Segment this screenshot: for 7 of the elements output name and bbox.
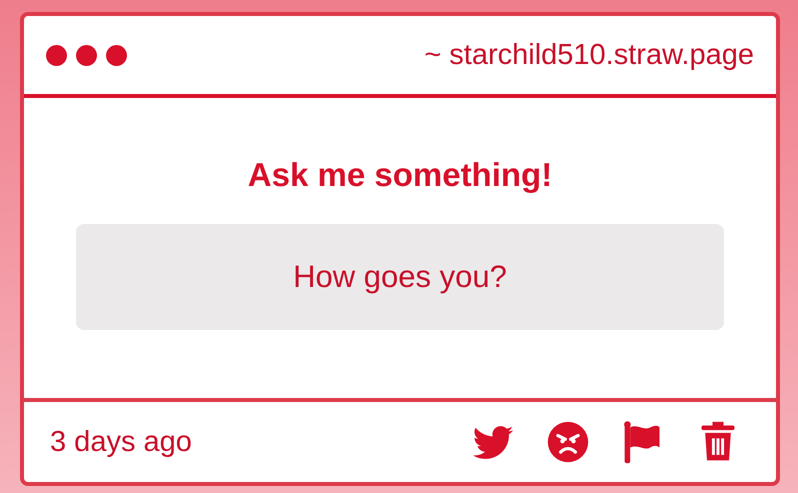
address-text: ~ starchild510.straw.page: [424, 38, 754, 72]
question-box: How goes you?: [76, 224, 724, 330]
angry-face-button[interactable]: [546, 420, 590, 464]
timestamp: 3 days ago: [50, 426, 192, 458]
heading: Ask me something!: [248, 156, 552, 194]
window-dots-icon: [46, 44, 127, 66]
angry-face-icon: [546, 420, 590, 464]
